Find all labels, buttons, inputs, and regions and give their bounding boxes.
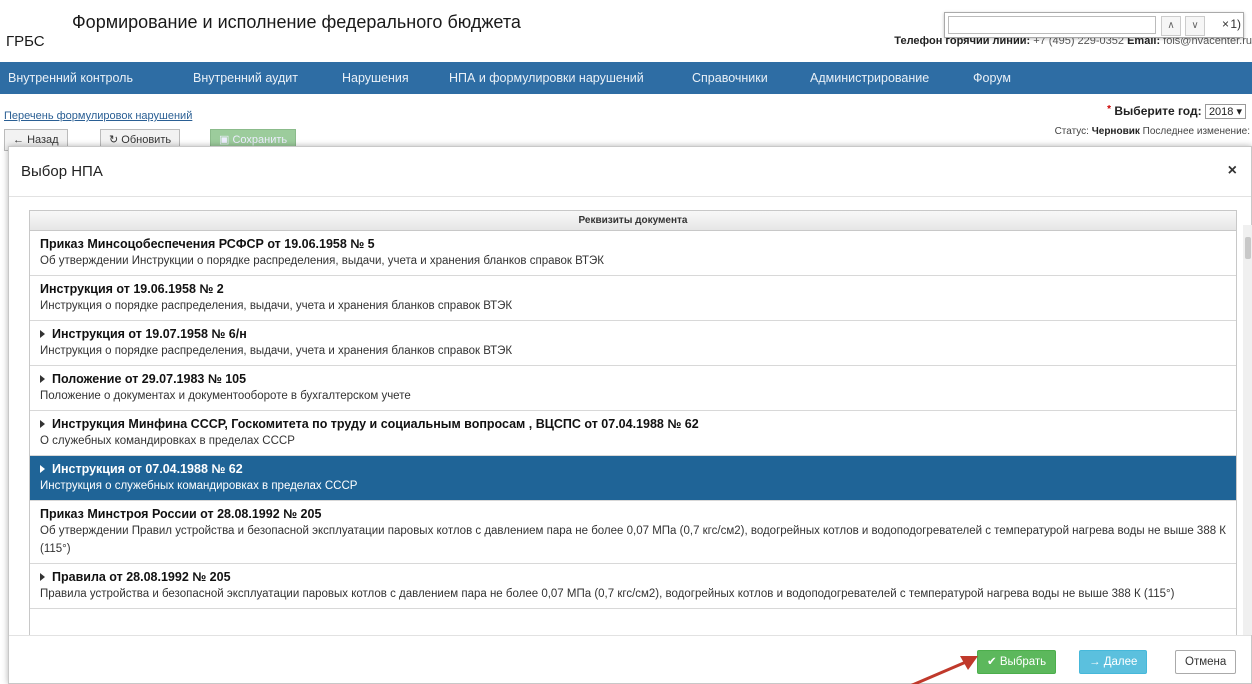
expand-caret-icon[interactable]	[40, 329, 45, 338]
nav-item-npa[interactable]: НПА и формулировки нарушений	[449, 62, 644, 94]
nav-item-internal-control[interactable]: Внутренний контроль	[8, 62, 133, 94]
row-title-text: Инструкция от 07.04.1988 № 62	[52, 462, 243, 476]
expand-caret-icon[interactable]	[40, 374, 45, 383]
chevron-down-icon: ∨	[1191, 20, 1199, 31]
nav-item-administration[interactable]: Администрирование	[810, 62, 929, 94]
breadcrumb[interactable]: Перечень формулировок нарушений	[4, 110, 192, 122]
chevron-up-icon: ∧	[1167, 20, 1175, 31]
refresh-label: Обновить	[121, 134, 172, 146]
table-row[interactable]: Инструкция от 19.06.1958 № 2 Инструкция о…	[30, 276, 1236, 321]
expand-caret-icon[interactable]	[40, 464, 45, 473]
find-close-icon[interactable]: ×	[1222, 17, 1229, 31]
nav-item-internal-audit[interactable]: Внутренний аудит	[193, 62, 298, 94]
main-nav: Внутренний контроль Внутренний аудит Нар…	[0, 62, 1252, 94]
row-description: Инструкция о порядке распределения, выда…	[40, 300, 513, 312]
find-bar: ∧ ∨ × 1)	[944, 12, 1244, 38]
row-title: Правила от 28.08.1992 № 205	[40, 569, 1228, 585]
next-label: Далее	[1103, 656, 1138, 668]
find-input[interactable]	[948, 16, 1156, 34]
last-change-label: Последнее изменение:	[1142, 126, 1250, 137]
scrollbar[interactable]: ▼	[1243, 225, 1252, 635]
status-value: Черновик	[1091, 126, 1140, 137]
row-title-text: Приказ Минстроя России от 28.08.1992 № 2…	[40, 507, 322, 521]
close-icon[interactable]: ×	[1228, 162, 1237, 180]
row-title-text: Инструкция Минфина СССР, Госкомитета по …	[52, 417, 699, 431]
year-label: Выберите год:	[1114, 104, 1202, 118]
save-icon: ▣	[219, 134, 230, 146]
table-row[interactable]: Положение от 29.07.1983 № 105 Положение о…	[30, 366, 1236, 411]
year-value: 2018	[1208, 106, 1234, 118]
save-label: Сохранить	[232, 134, 288, 146]
year-select[interactable]: 2018 ▾	[1204, 104, 1246, 119]
table-row[interactable]: Правила от 28.08.1992 № 205 Правила устро…	[30, 564, 1236, 609]
row-description: Положение о документах и документооборот…	[40, 390, 411, 402]
app-header: Формирование и исполнение федерального б…	[0, 0, 1252, 58]
row-title: Приказ Минстроя России от 28.08.1992 № 2…	[40, 506, 1228, 522]
grid-rows: Приказ Минсоцобеспечения РСФСР от 19.06.…	[30, 231, 1236, 609]
row-description: Инструкция о порядке распределения, выда…	[40, 345, 513, 357]
modal-header: Выбор НПА ×	[9, 147, 1251, 197]
find-previous-button[interactable]: ∧	[1161, 16, 1181, 36]
table-row[interactable]: Приказ Минстроя России от 28.08.1992 № 2…	[30, 501, 1236, 564]
app-subtitle: ГРБС	[6, 33, 45, 50]
check-icon: ✔	[987, 656, 997, 668]
annotation-arrow-icon	[910, 656, 978, 684]
row-title-text: Положение от 29.07.1983 № 105	[52, 372, 247, 386]
npa-select-modal: Выбор НПА × Реквизиты документа Приказ М…	[8, 146, 1252, 684]
row-title: Инструкция от 07.04.1988 № 62	[40, 461, 1228, 477]
find-next-button[interactable]: ∨	[1185, 16, 1205, 36]
row-description: Правила устройства и безопасной эксплуат…	[40, 588, 1175, 600]
row-title: Положение от 29.07.1983 № 105	[40, 371, 1228, 387]
expand-caret-icon[interactable]	[40, 419, 45, 428]
app-title: Формирование и исполнение федерального б…	[72, 12, 521, 32]
year-picker: * Выберите год: 2018 ▾	[1107, 104, 1246, 119]
row-title: Приказ Минсоцобеспечения РСФСР от 19.06.…	[40, 236, 1228, 252]
status-label: Статус:	[1054, 126, 1089, 137]
table-row[interactable]: Инструкция от 19.07.1958 № 6/н Инструкция…	[30, 321, 1236, 366]
modal-title: Выбор НПА	[21, 163, 103, 180]
scrollbar-thumb[interactable]	[1245, 237, 1251, 259]
row-title-text: Приказ Минсоцобеспечения РСФСР от 19.06.…	[40, 237, 375, 251]
row-title-text: Правила от 28.08.1992 № 205	[52, 570, 231, 584]
row-title-text: Инструкция от 19.07.1958 № 6/н	[52, 327, 247, 341]
status-info: Статус: Черновик Последнее изменение:	[1055, 126, 1250, 137]
arrow-left-icon: ←	[13, 134, 24, 146]
row-description: Об утверждении Инструкции о порядке расп…	[40, 255, 604, 267]
required-marker: *	[1107, 104, 1112, 115]
back-label: Назад	[27, 134, 59, 146]
npa-grid: Реквизиты документа Приказ Минсоцобеспеч…	[29, 210, 1237, 635]
row-description: Инструкция о служебных командировках в п…	[40, 480, 358, 492]
table-row[interactable]: Приказ Минсоцобеспечения РСФСР от 19.06.…	[30, 231, 1236, 276]
row-description: Об утверждении Правил устройства и безоп…	[40, 525, 1226, 555]
select-button[interactable]: ✔ Выбрать	[977, 650, 1057, 674]
modal-footer: ✔ Выбрать → Далее Отмена	[9, 635, 1251, 684]
row-title: Инструкция от 19.07.1958 № 6/н	[40, 326, 1228, 342]
row-title: Инструкция Минфина СССР, Госкомитета по …	[40, 416, 1228, 432]
table-row[interactable]: Инструкция Минфина СССР, Госкомитета по …	[30, 411, 1236, 456]
table-row[interactable]: Инструкция от 07.04.1988 № 62 Инструкция …	[30, 456, 1236, 501]
nav-item-references[interactable]: Справочники	[692, 62, 768, 94]
cancel-button[interactable]: Отмена	[1175, 650, 1237, 674]
modal-body: Реквизиты документа Приказ Минсоцобеспеч…	[9, 198, 1252, 635]
row-description: О служебных командировках в пределах ССС…	[40, 435, 295, 447]
arrow-shaft	[910, 660, 967, 684]
grid-header: Реквизиты документа	[30, 211, 1236, 231]
row-title-text: Инструкция от 19.06.1958 № 2	[40, 282, 224, 296]
expand-caret-icon[interactable]	[40, 572, 45, 581]
nav-item-forum[interactable]: Форум	[973, 62, 1011, 94]
nav-item-violations[interactable]: Нарушения	[342, 62, 409, 94]
row-title: Инструкция от 19.06.1958 № 2	[40, 281, 1228, 297]
refresh-icon: ↻	[109, 134, 119, 146]
find-counter: 1)	[1230, 17, 1241, 31]
arrow-right-icon: →	[1089, 656, 1101, 668]
next-button[interactable]: → Далее	[1079, 650, 1148, 674]
select-label: Выбрать	[999, 656, 1047, 668]
